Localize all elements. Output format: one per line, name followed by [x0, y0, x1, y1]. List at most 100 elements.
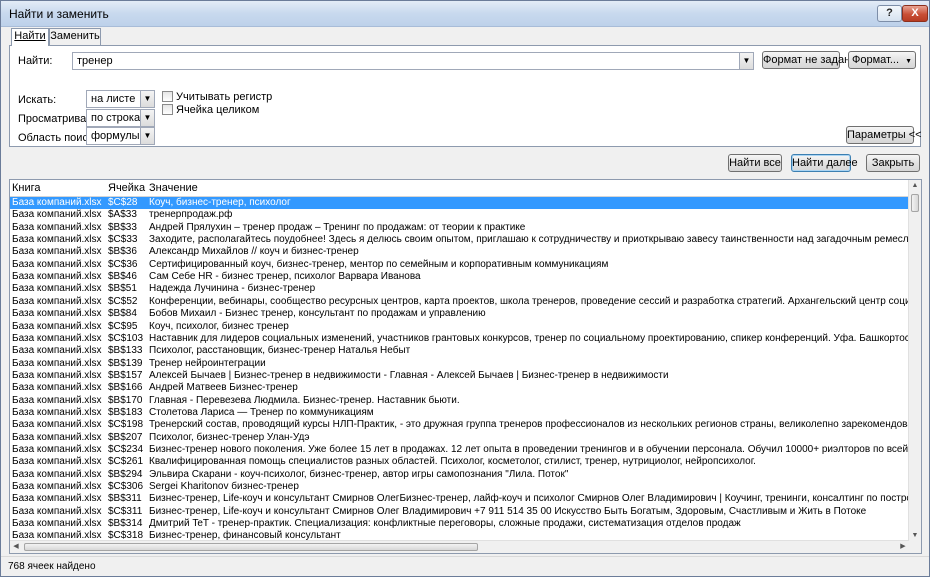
- result-book: База компаний.xlsx: [12, 481, 102, 493]
- result-row[interactable]: База компаний.xlsx $B$133 Психолог, расста…: [10, 345, 909, 357]
- result-row[interactable]: База компаний.xlsx $B$139 Тренер нейроинте…: [10, 358, 909, 370]
- result-row[interactable]: База компаний.xlsx $B$207 Психолог, бизнес…: [10, 432, 909, 444]
- scroll-right-icon[interactable]: ▶: [897, 541, 909, 553]
- look-in-select[interactable]: формулы ▼: [86, 127, 155, 145]
- result-cell: $B$183: [108, 406, 143, 418]
- result-row[interactable]: База компаний.xlsx $B$183 Столетова Лариса…: [10, 407, 909, 419]
- result-cell: $C$36: [108, 258, 138, 270]
- search-by-dropdown-icon[interactable]: ▼: [140, 110, 154, 126]
- result-book: База компаний.xlsx: [12, 221, 102, 233]
- match-case-label[interactable]: Учитывать регистр: [176, 91, 272, 103]
- result-row[interactable]: База компаний.xlsx $B$294 Эльвира Скарани …: [10, 469, 909, 481]
- close-button[interactable]: Закрыть: [866, 154, 920, 172]
- result-row[interactable]: База компаний.xlsx $C$311 Бизнес-тренер, L…: [10, 506, 909, 518]
- horizontal-scrollbar[interactable]: ◀ ▶: [10, 540, 909, 553]
- result-value: Заходите, располагайтесь поудобнее! Здес…: [149, 234, 909, 246]
- result-cell: $B$133: [108, 345, 143, 357]
- close-window-button[interactable]: X: [902, 5, 928, 22]
- result-row[interactable]: База компаний.xlsx $B$33 Андрей Прялухин –…: [10, 222, 909, 234]
- whole-cell-checkbox[interactable]: [162, 104, 173, 115]
- result-cell: $B$84: [108, 308, 137, 320]
- result-cell: $C$52: [108, 295, 138, 307]
- within-select[interactable]: на листе ▼: [86, 90, 155, 108]
- find-history-dropdown-icon[interactable]: ▼: [739, 53, 753, 69]
- result-row[interactable]: База компаний.xlsx $B$84 Бобов Михаил - Би…: [10, 308, 909, 320]
- column-value[interactable]: Значение: [149, 182, 198, 194]
- result-value: Надежда Лучинина - бизнес-тренер: [149, 283, 316, 295]
- result-row[interactable]: База компаний.xlsx $B$170 Главная - Переве…: [10, 395, 909, 407]
- result-book: База компаний.xlsx: [12, 518, 102, 530]
- result-cell: $B$314: [108, 518, 143, 530]
- result-row[interactable]: База компаний.xlsx $B$157 Алексей Бычаев |…: [10, 370, 909, 382]
- result-row[interactable]: База компаний.xlsx $C$36 Сертифицированный…: [10, 259, 909, 271]
- scroll-left-icon[interactable]: ◀: [10, 541, 22, 553]
- format-preview: Формат не задан: [762, 51, 850, 69]
- look-in-dropdown-icon[interactable]: ▼: [140, 128, 154, 144]
- within-dropdown-icon[interactable]: ▼: [140, 91, 154, 107]
- column-cell[interactable]: Ячейка: [108, 182, 145, 194]
- result-cell: $C$103: [108, 332, 144, 344]
- result-row[interactable]: База компаний.xlsx $B$46 Сам Себе HR - биз…: [10, 271, 909, 283]
- help-button[interactable]: ?: [877, 5, 902, 22]
- search-by-select[interactable]: по строкам ▼: [86, 109, 155, 127]
- scroll-up-icon[interactable]: ▲: [909, 180, 921, 192]
- result-book: База компаний.xlsx: [12, 493, 102, 505]
- find-next-button[interactable]: Найти далее: [791, 154, 858, 172]
- horizontal-scroll-thumb[interactable]: [24, 543, 478, 551]
- result-value: Алексей Бычаев | Бизнес-тренер в недвижи…: [149, 369, 669, 381]
- result-row[interactable]: База компаний.xlsx $B$166 Андрей Матвеев Б…: [10, 382, 909, 394]
- result-value: Психолог, бизнес-тренер Улан-Удэ: [149, 431, 310, 443]
- result-row[interactable]: База компаний.xlsx $B$311 Бизнес-тренер, L…: [10, 493, 909, 505]
- vertical-scrollbar[interactable]: ▲ ▼: [908, 180, 921, 542]
- result-value: Конференции, вебинары, сообщество ресурс…: [149, 295, 909, 307]
- result-cell: $C$261: [108, 456, 144, 468]
- result-book: База компаний.xlsx: [12, 283, 102, 295]
- format-button[interactable]: Формат... ▼: [848, 51, 916, 69]
- result-value: Александр Михайлов // коуч и бизнес-трен…: [149, 246, 359, 258]
- find-input[interactable]: тренер ▼: [72, 52, 754, 70]
- find-all-button[interactable]: Найти все: [728, 154, 782, 172]
- result-value: Эльвира Скарани - коуч-психолог, бизнес-…: [149, 468, 569, 480]
- result-value: Бизнес-тренер, Life-коуч и консультант С…: [149, 505, 867, 517]
- result-value: Коуч, психолог, бизнес тренер: [149, 320, 289, 332]
- result-value: Бизнес-тренер нового поколения. Уже боле…: [149, 444, 909, 455]
- result-cell: $B$46: [108, 271, 137, 283]
- result-row[interactable]: База компаний.xlsx $B$36 Александр Михайло…: [10, 246, 909, 258]
- result-row[interactable]: База компаний.xlsx $A$33 тренерпродаж.рф: [10, 209, 909, 221]
- result-cell: $C$198: [108, 419, 144, 431]
- scroll-corner: [909, 541, 921, 553]
- result-cell: $C$95: [108, 320, 138, 332]
- result-row[interactable]: База компаний.xlsx $C$234 Бизнес-тренер но…: [10, 444, 909, 456]
- options-toggle-button[interactable]: Параметры <<: [846, 126, 922, 144]
- look-in-value: формулы: [91, 130, 140, 142]
- status-text: 768 ячеек найдено: [8, 561, 96, 572]
- result-row[interactable]: База компаний.xlsx $C$33 Заходите, распола…: [10, 234, 909, 246]
- result-row[interactable]: База компаний.xlsx $C$28 Коуч, бизнес-трен…: [10, 197, 909, 210]
- match-case-checkbox[interactable]: [162, 91, 173, 102]
- results-list: Книга Ячейка Значение База компаний.xlsx…: [9, 179, 922, 554]
- whole-cell-label[interactable]: Ячейка целиком: [176, 104, 259, 116]
- vertical-scroll-thumb[interactable]: [911, 194, 919, 212]
- result-row[interactable]: База компаний.xlsx $B$51 Надежда Лучинина …: [10, 283, 909, 295]
- column-book[interactable]: Книга: [12, 182, 41, 194]
- result-row[interactable]: База компаний.xlsx $C$261 Квалифицированна…: [10, 456, 909, 468]
- result-row[interactable]: База компаний.xlsx $C$52 Конференции, веби…: [10, 296, 909, 308]
- result-row[interactable]: База компаний.xlsx $C$95 Коуч, психолог, б…: [10, 321, 909, 333]
- result-book: База компаний.xlsx: [12, 197, 102, 208]
- tab-replace[interactable]: Заменить: [49, 28, 101, 45]
- result-row[interactable]: База компаний.xlsx $C$103 Наставник для ли…: [10, 333, 909, 345]
- result-row[interactable]: База компаний.xlsx $C$306 Sergei Kharitono…: [10, 481, 909, 493]
- result-row[interactable]: База компаний.xlsx $B$314 Дмитрий TeT - тр…: [10, 518, 909, 530]
- result-book: База компаний.xlsx: [12, 456, 102, 468]
- result-cell: $B$166: [108, 382, 143, 394]
- result-row[interactable]: База компаний.xlsx $C$198 Тренерский соста…: [10, 419, 909, 431]
- result-value: Андрей Прялухин – тренер продаж – Тренин…: [149, 221, 526, 233]
- find-label: Найти:: [18, 55, 53, 67]
- within-value: на листе: [91, 93, 136, 105]
- result-cell: $C$234: [108, 444, 144, 455]
- result-book: База компаний.xlsx: [12, 345, 102, 357]
- tab-find[interactable]: Найти: [11, 28, 49, 46]
- result-cell: $B$294: [108, 468, 143, 480]
- status-bar: 768 ячеек найдено: [1, 556, 929, 576]
- result-cell: $C$33: [108, 234, 138, 246]
